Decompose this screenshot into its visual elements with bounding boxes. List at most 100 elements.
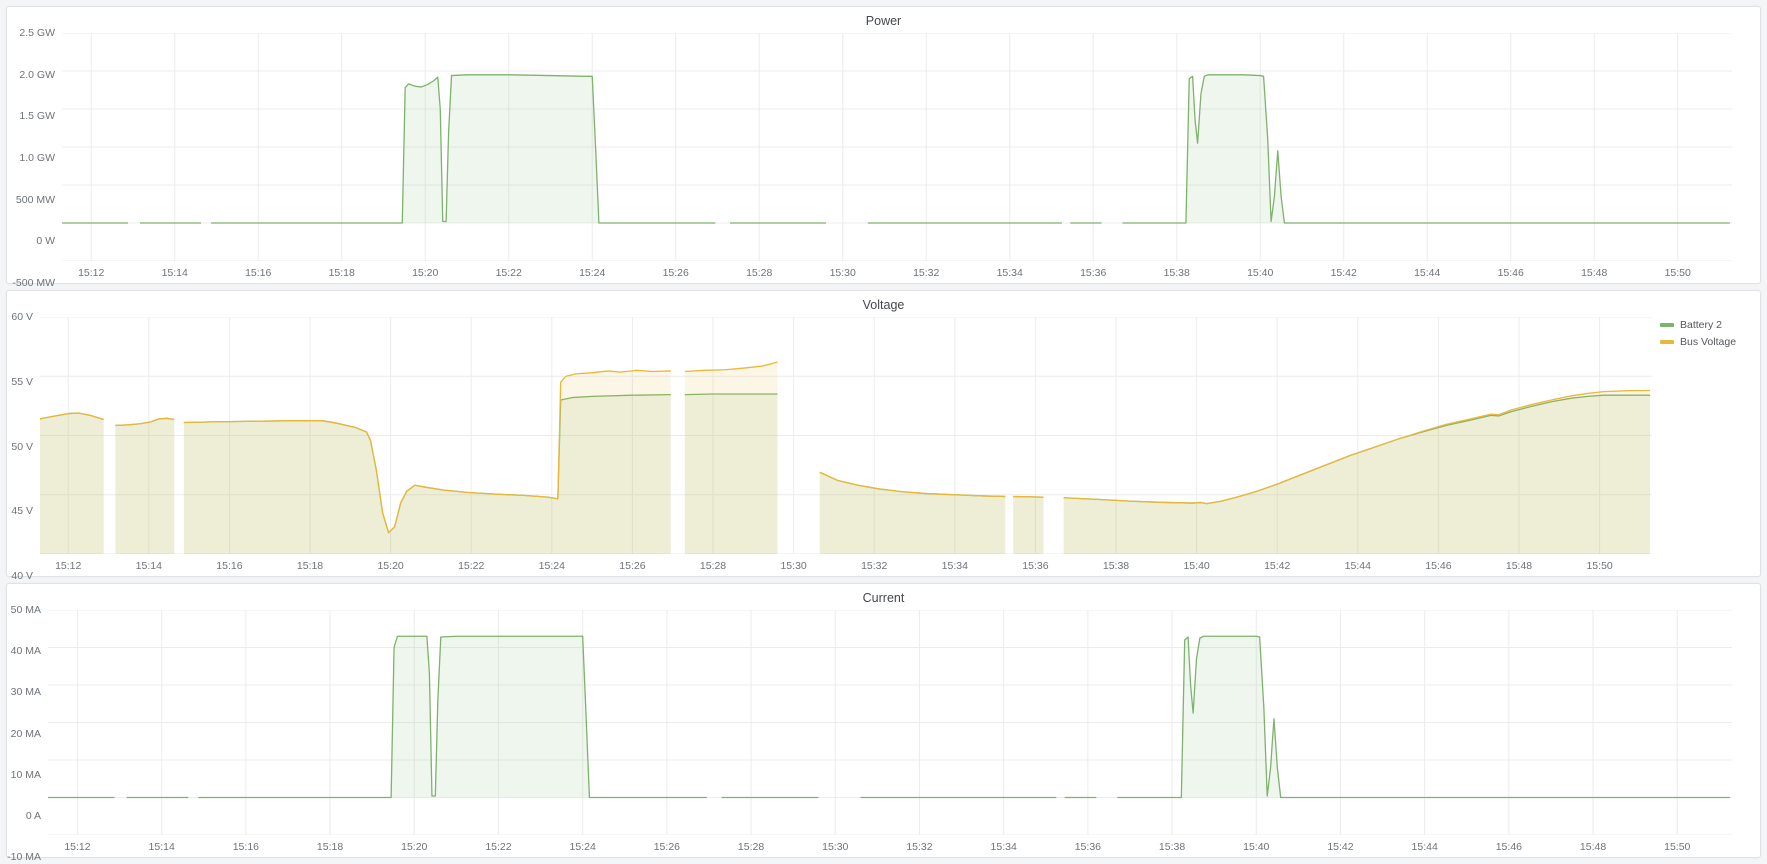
panel-title: Current xyxy=(7,584,1760,610)
plot-area[interactable] xyxy=(48,610,1732,835)
x-axis-labels: 15:1215:1415:1615:1815:2015:2215:2415:26… xyxy=(62,261,1732,283)
x-tick-label: 15:22 xyxy=(496,267,522,279)
legend-item-battery-2[interactable]: Battery 2 xyxy=(1660,319,1732,331)
chart-svg xyxy=(40,317,1652,554)
panel-title: Power xyxy=(7,7,1760,33)
x-tick-label: 15:50 xyxy=(1586,560,1612,572)
x-tick-label: 15:38 xyxy=(1103,560,1129,572)
y-tick-label: 1.5 GW xyxy=(19,110,55,122)
series-area-bus-voltage xyxy=(40,413,104,554)
x-tick-label: 15:20 xyxy=(412,267,438,279)
series-area-bus-voltage xyxy=(115,418,174,554)
chart-body: 2.5 GW2.0 GW1.5 GW1.0 GW500 MW0 W-500 MW… xyxy=(7,33,1760,283)
series-area-bus-voltage xyxy=(820,472,1005,554)
x-tick-label: 15:46 xyxy=(1498,267,1524,279)
y-tick-label: 50 MA xyxy=(11,604,41,616)
x-tick-label: 15:44 xyxy=(1412,841,1438,853)
panel-current: Current 50 MA40 MA30 MA20 MA10 MA0 A-10 … xyxy=(6,583,1761,858)
y-tick-label: 30 MA xyxy=(11,686,41,698)
y-tick-label: 2.5 GW xyxy=(19,27,55,39)
x-tick-label: 15:42 xyxy=(1331,267,1357,279)
legend-swatch-icon xyxy=(1660,323,1674,327)
x-tick-label: 15:12 xyxy=(64,841,90,853)
y-tick-label: 0 W xyxy=(36,235,55,247)
y-tick-label: 40 MA xyxy=(11,645,41,657)
x-tick-label: 15:16 xyxy=(216,560,242,572)
x-tick-label: 15:42 xyxy=(1264,560,1290,572)
legend: Battery 2 Bus Voltage xyxy=(1652,317,1732,576)
plot-area[interactable] xyxy=(62,33,1732,261)
x-tick-label: 15:30 xyxy=(830,267,856,279)
chart-body: 50 MA40 MA30 MA20 MA10 MA0 A-10 MA 15:12… xyxy=(7,610,1760,857)
x-tick-label: 15:26 xyxy=(663,267,689,279)
dashboard: Power 2.5 GW2.0 GW1.5 GW1.0 GW500 MW0 W-… xyxy=(0,0,1767,864)
x-tick-label: 15:14 xyxy=(162,267,188,279)
chart-main: 15:1215:1415:1615:1815:2015:2215:2415:26… xyxy=(40,317,1652,576)
plot-area[interactable] xyxy=(40,317,1652,554)
x-tick-label: 15:38 xyxy=(1164,267,1190,279)
x-tick-label: 15:36 xyxy=(1022,560,1048,572)
x-tick-label: 15:40 xyxy=(1243,841,1269,853)
x-tick-label: 15:50 xyxy=(1664,841,1690,853)
x-tick-label: 15:40 xyxy=(1247,267,1273,279)
series-area-bus-voltage xyxy=(184,370,671,554)
y-tick-label: 2.0 GW xyxy=(19,69,55,81)
x-tick-label: 15:46 xyxy=(1496,841,1522,853)
series-area-bus-voltage xyxy=(685,362,778,554)
x-tick-label: 15:20 xyxy=(377,560,403,572)
x-axis-labels: 15:1215:1415:1615:1815:2015:2215:2415:26… xyxy=(48,835,1732,857)
y-tick-label: 55 V xyxy=(11,376,33,388)
x-tick-label: 15:42 xyxy=(1327,841,1353,853)
y-tick-label: 1.0 GW xyxy=(19,152,55,164)
y-tick-label: -500 MW xyxy=(12,277,55,289)
series-area-power xyxy=(1122,75,1729,223)
x-tick-label: 15:28 xyxy=(700,560,726,572)
x-tick-label: 15:32 xyxy=(906,841,932,853)
x-tick-label: 15:18 xyxy=(297,560,323,572)
x-tick-label: 15:28 xyxy=(738,841,764,853)
x-tick-label: 15:44 xyxy=(1345,560,1371,572)
x-axis-labels: 15:1215:1415:1615:1815:2015:2215:2415:26… xyxy=(40,554,1652,576)
x-tick-label: 15:34 xyxy=(997,267,1023,279)
x-tick-label: 15:14 xyxy=(149,841,175,853)
series-area-bus-voltage xyxy=(1013,497,1043,554)
x-tick-label: 15:46 xyxy=(1425,560,1451,572)
x-tick-label: 15:48 xyxy=(1580,841,1606,853)
x-tick-label: 15:20 xyxy=(401,841,427,853)
y-tick-label: 20 MA xyxy=(11,728,41,740)
y-tick-label: 45 V xyxy=(11,505,33,517)
series-line-bus-voltage xyxy=(1013,497,1043,498)
x-tick-label: 15:30 xyxy=(780,560,806,572)
x-tick-label: 15:44 xyxy=(1414,267,1440,279)
x-tick-label: 15:18 xyxy=(329,267,355,279)
y-tick-label: 10 MA xyxy=(11,769,41,781)
x-tick-label: 15:24 xyxy=(570,841,596,853)
y-tick-label: 60 V xyxy=(11,311,33,323)
x-tick-label: 15:32 xyxy=(913,267,939,279)
x-tick-label: 15:26 xyxy=(654,841,680,853)
series-area-power xyxy=(211,75,715,223)
x-tick-label: 15:22 xyxy=(485,841,511,853)
x-tick-label: 15:32 xyxy=(861,560,887,572)
x-tick-label: 15:16 xyxy=(245,267,271,279)
chart-body: 60 V55 V50 V45 V40 V 15:1215:1415:1615:1… xyxy=(7,317,1760,576)
x-tick-label: 15:28 xyxy=(746,267,772,279)
x-tick-label: 15:48 xyxy=(1581,267,1607,279)
panel-power: Power 2.5 GW2.0 GW1.5 GW1.0 GW500 MW0 W-… xyxy=(6,6,1761,284)
x-tick-label: 15:16 xyxy=(233,841,259,853)
x-tick-label: 15:36 xyxy=(1080,267,1106,279)
chart-main: 15:1215:1415:1615:1815:2015:2215:2415:26… xyxy=(48,610,1732,857)
y-axis-labels: 2.5 GW2.0 GW1.5 GW1.0 GW500 MW0 W-500 MW xyxy=(7,33,62,283)
legend-swatch-icon xyxy=(1660,340,1674,344)
series-area-current xyxy=(198,636,707,797)
x-tick-label: 15:24 xyxy=(579,267,605,279)
x-tick-label: 15:50 xyxy=(1665,267,1691,279)
x-tick-label: 15:34 xyxy=(942,560,968,572)
legend-item-bus-voltage[interactable]: Bus Voltage xyxy=(1660,336,1732,348)
x-tick-label: 15:40 xyxy=(1183,560,1209,572)
x-tick-label: 15:24 xyxy=(539,560,565,572)
series-area-bus-voltage xyxy=(1064,390,1650,554)
x-tick-label: 15:14 xyxy=(136,560,162,572)
x-tick-label: 15:34 xyxy=(991,841,1017,853)
chart-main: 15:1215:1415:1615:1815:2015:2215:2415:26… xyxy=(62,33,1732,283)
